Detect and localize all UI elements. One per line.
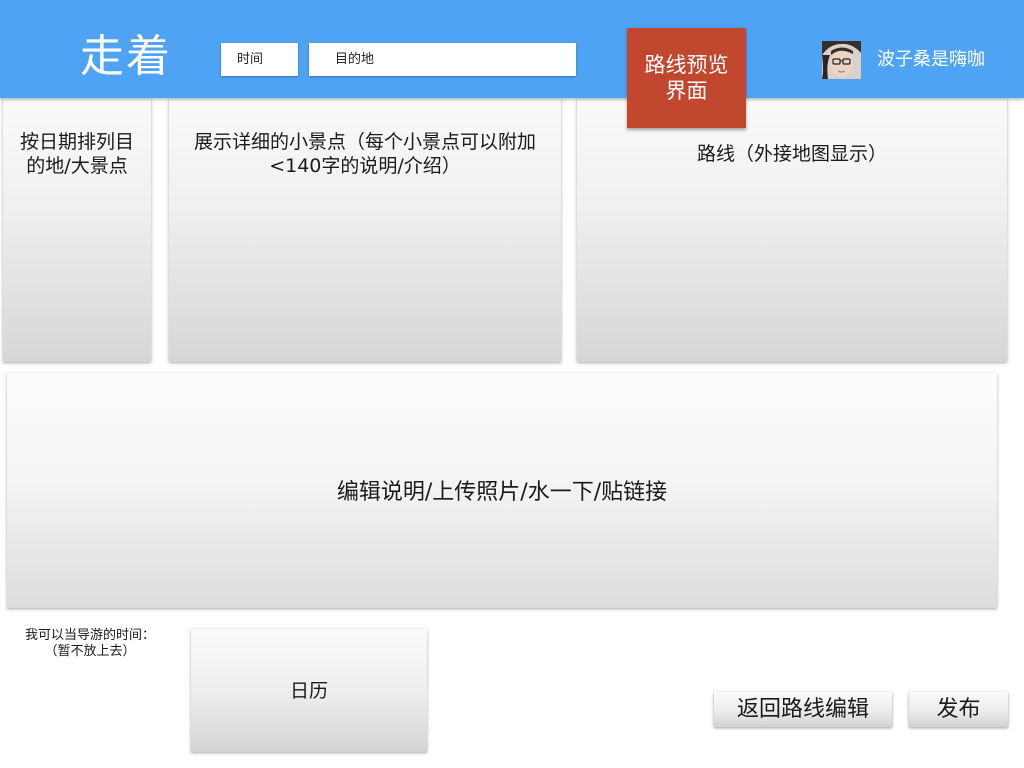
calendar-label: 日历 [289, 680, 328, 702]
top-bar: 走着 时间 目的地 波子桑是嗨咖 [0, 0, 1024, 98]
spot-details-panel[interactable]: 展示详细的小景点（每个小景点可以附加 <140字的说明/介绍） [169, 98, 561, 362]
badge-line-1: 路线预览 [644, 53, 729, 77]
destinations-panel-label: 按日期排列目 的地/大景点 [9, 130, 145, 178]
route-map-label: 路线（外接地图显示） [696, 143, 887, 165]
spot-details-label-line-2: <140字的说明/介绍） [269, 155, 461, 177]
edit-content-panel[interactable]: 编辑说明/上传照片/水一下/贴链接 [7, 373, 997, 608]
avatar[interactable] [822, 41, 861, 79]
spot-details-label: 展示详细的小景点（每个小景点可以附加 <140字的说明/介绍） [173, 130, 557, 178]
back-to-route-edit-button[interactable]: 返回路线编辑 [714, 692, 892, 727]
badge-line-2: 界面 [665, 79, 708, 103]
spot-details-label-line-1: 展示详细的小景点（每个小景点可以附加 [193, 131, 536, 153]
guide-label-line-2: （暂不放上去） [44, 644, 136, 659]
edit-content-label: 编辑说明/上传照片/水一下/贴链接 [336, 480, 668, 505]
destination-field[interactable]: 目的地 [309, 43, 576, 76]
publish-button[interactable]: 发布 [909, 692, 1008, 727]
username[interactable]: 波子桑是嗨咖 [877, 48, 985, 72]
user-avatar-icon [822, 41, 861, 79]
calendar-panel[interactable]: 日历 [191, 629, 427, 752]
time-field[interactable]: 时间 [221, 43, 298, 76]
guide-availability-label: 我可以当导游的时间： （暂不放上去） [8, 628, 172, 660]
guide-label-line-1: 我可以当导游的时间： [24, 628, 155, 643]
destinations-label-line-2: 的地/大景点 [26, 155, 128, 177]
destinations-by-date-panel[interactable]: 按日期排列目 的地/大景点 [3, 98, 151, 362]
route-map-panel[interactable]: 路线（外接地图显示） [577, 98, 1007, 362]
destinations-label-line-1: 按日期排列目 [19, 131, 134, 153]
route-preview-badge: 路线预览 界面 [627, 28, 746, 128]
app-logo[interactable]: 走着 [80, 30, 172, 84]
